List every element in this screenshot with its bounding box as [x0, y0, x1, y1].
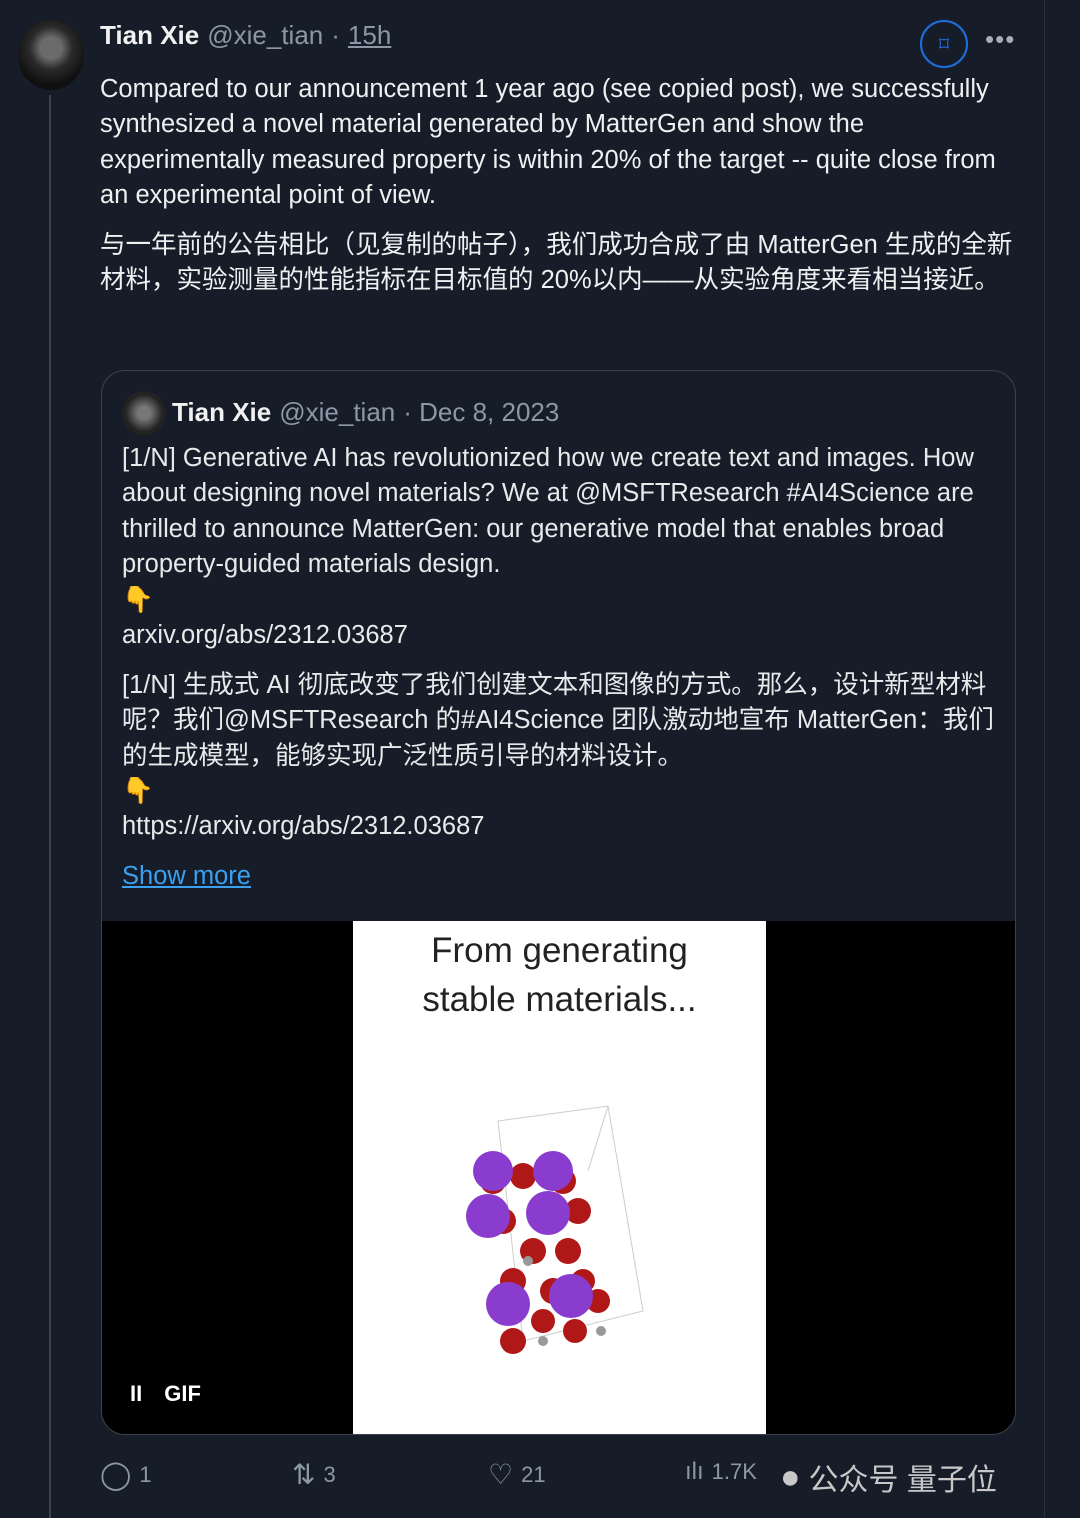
quote-avatar — [122, 391, 166, 435]
views-button[interactable]: ılı 1.7K — [685, 1458, 757, 1486]
gif-media[interactable]: From generating stable materials... II GI… — [102, 921, 1015, 1434]
reply-count: 1 — [139, 1461, 152, 1487]
show-more-link[interactable]: Show more — [122, 859, 251, 894]
repost-button[interactable]: ⇅ 3 — [292, 1458, 336, 1491]
repost-count: 3 — [323, 1461, 336, 1487]
views-chart-icon: ılı — [685, 1458, 704, 1485]
post-text-zh: 与一年前的公告相比（见复制的帖子），我们成功合成了由 MatterGen 生成的… — [100, 231, 1013, 295]
author-name[interactable]: Tian Xie — [100, 20, 199, 51]
wechat-icon: ● — [780, 1457, 801, 1496]
atom — [538, 1336, 548, 1346]
thread-line — [49, 95, 51, 1518]
quote-text-en: [1/N] Generative AI has revolutionized h… — [122, 444, 974, 578]
atom — [500, 1328, 526, 1354]
like-count: 21 — [521, 1461, 546, 1487]
quote-handle: @xie_tian — [279, 397, 396, 427]
atom — [486, 1282, 530, 1326]
quoted-post[interactable]: Tian Xie @xie_tian · Dec 8, 2023 [1/N] G… — [101, 370, 1016, 1435]
repost-icon: ⇅ — [292, 1459, 316, 1490]
emoji-point-down: 👇 — [122, 586, 154, 614]
column-border — [1044, 0, 1045, 1518]
atom — [466, 1194, 510, 1238]
gif-frame: From generating stable materials... — [353, 921, 766, 1434]
pause-button[interactable]: II — [130, 1381, 142, 1407]
atom — [510, 1163, 536, 1189]
separator: · — [331, 20, 340, 50]
atom — [563, 1319, 587, 1343]
quote-author: Tian Xie — [172, 397, 272, 427]
quote-text-zh: [1/N] 生成式 AI 彻底改变了我们创建文本和图像的方式。那么，设计新型材料… — [122, 671, 994, 770]
heart-icon: ♡ — [488, 1459, 514, 1490]
gif-badge: GIF — [164, 1381, 201, 1406]
timestamp[interactable]: 15h — [348, 20, 391, 51]
quote-link[interactable]: arxiv.org/abs/2312.03687 — [122, 618, 1002, 653]
like-button[interactable]: ♡ 21 — [488, 1458, 546, 1491]
atom — [533, 1151, 573, 1191]
reply-icon: ◯ — [100, 1459, 132, 1490]
atom — [596, 1326, 606, 1336]
atom — [526, 1191, 570, 1235]
crystal-structure-illustration — [466, 1105, 644, 1354]
view-count: 1.7K — [711, 1459, 757, 1484]
more-options-icon[interactable]: ••• — [985, 24, 1015, 55]
grok-bookmark-icon[interactable]: ⌑ — [920, 20, 968, 68]
atom — [555, 1238, 581, 1264]
atom — [531, 1309, 555, 1333]
avatar[interactable] — [18, 20, 84, 90]
atom — [549, 1274, 593, 1318]
emoji-point-down: 👇 — [122, 777, 154, 805]
author-handle[interactable]: @xie_tian — [207, 20, 323, 51]
watermark: ● 公众号 量子位 — [780, 1455, 997, 1499]
quote-link-full[interactable]: https://arxiv.org/abs/2312.03687 — [122, 809, 1002, 844]
watermark-text: 公众号 量子位 — [808, 1464, 997, 1497]
quote-date: · Dec 8, 2023 — [403, 397, 560, 427]
reply-button[interactable]: ◯ 1 — [100, 1458, 152, 1491]
atom — [473, 1151, 513, 1191]
atom — [523, 1256, 533, 1266]
post-header: Tian Xie @xie_tian · 15h — [100, 20, 391, 51]
post-text-en: Compared to our announcement 1 year ago … — [100, 75, 996, 209]
